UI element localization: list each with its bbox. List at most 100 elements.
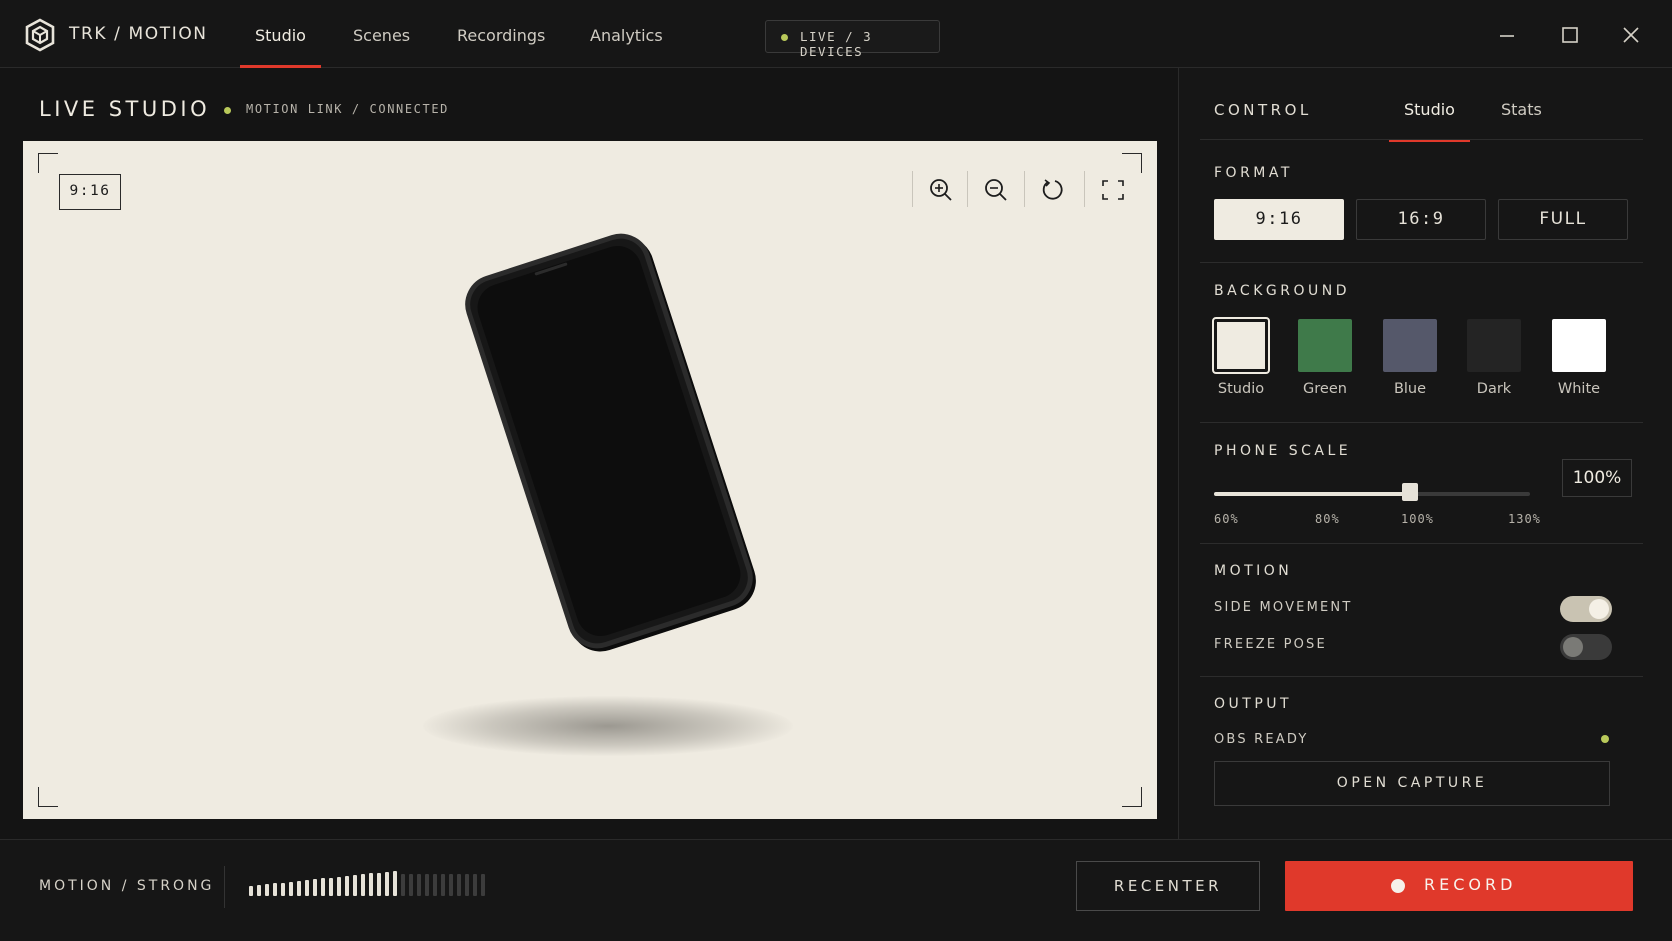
scale-tick: 100% — [1401, 512, 1434, 526]
swatch-label: White — [1557, 381, 1601, 397]
record-button[interactable]: RECORD — [1285, 861, 1633, 911]
meter-bar — [393, 870, 397, 896]
meter-bar — [321, 878, 325, 896]
meter-bar — [265, 884, 269, 896]
phone-scale-value[interactable]: 100% — [1562, 459, 1632, 497]
meter-bar — [401, 874, 405, 896]
motion-level-label: MOTION / STRONG — [39, 878, 215, 894]
swatch-label: Blue — [1393, 381, 1427, 397]
obs-ready-dot-icon — [1601, 735, 1609, 743]
meter-bar — [441, 874, 445, 896]
panel-tab-label: Studio — [1404, 100, 1455, 119]
swatch-label: Studio — [1217, 381, 1265, 397]
slider-fill — [1214, 492, 1410, 496]
app-brand: TRK / MOTION — [69, 24, 208, 44]
bottom-bar: MOTION / STRONG RECENTER RECORD — [0, 839, 1672, 941]
control-panel: CONTROL Studio Stats FORMAT 9:16 16:9 FU… — [1178, 68, 1672, 839]
meter-bar — [337, 876, 341, 896]
studio-viewport[interactable]: 9:16 — [23, 141, 1157, 819]
meter-bar — [417, 874, 421, 896]
maximize-icon[interactable] — [1557, 22, 1583, 48]
phone-shadow — [423, 696, 793, 756]
rotate-icon — [1042, 179, 1063, 200]
swatch-blue[interactable] — [1383, 319, 1437, 372]
fullscreen-icon — [1102, 180, 1124, 200]
phone-model[interactable] — [457, 225, 761, 657]
meter-bar — [465, 874, 469, 896]
nav-tab-analytics[interactable]: Analytics — [590, 26, 663, 68]
swatch-white[interactable] — [1552, 319, 1606, 372]
link-status: MOTION LINK / CONNECTED — [246, 102, 449, 116]
aspect-ratio-badge: 9:16 — [59, 174, 121, 210]
active-tab-indicator — [240, 65, 321, 68]
format-full-button[interactable]: FULL — [1498, 199, 1628, 240]
live-dot-icon — [781, 34, 788, 41]
obs-status: OBS READY — [1214, 732, 1309, 747]
open-capture-button[interactable]: OPEN CAPTURE — [1214, 761, 1610, 806]
meter-bar — [377, 872, 381, 896]
meter-bar — [425, 874, 429, 896]
meter-bar — [473, 874, 477, 896]
freeze-pose-toggle[interactable] — [1560, 634, 1612, 660]
swatch-dark[interactable] — [1467, 319, 1521, 372]
scale-tick: 80% — [1315, 512, 1340, 526]
format-9-16-button[interactable]: 9:16 — [1214, 199, 1344, 240]
swatch-label: Dark — [1476, 381, 1512, 397]
rotate-button[interactable] — [1024, 171, 1080, 207]
meter-bar — [289, 881, 293, 896]
page-title: LIVE STUDIO — [39, 97, 211, 121]
swatch-studio[interactable] — [1212, 317, 1270, 374]
background-label: BACKGROUND — [1214, 283, 1350, 299]
frame-corner-icon — [1122, 153, 1142, 173]
close-icon[interactable] — [1618, 22, 1644, 48]
recenter-button[interactable]: RECENTER — [1076, 861, 1260, 911]
frame-corner-icon — [1122, 787, 1142, 807]
meter-bar — [297, 880, 301, 896]
nav-tab-recordings[interactable]: Recordings — [457, 26, 545, 68]
nav-tab-studio[interactable]: Studio — [240, 26, 321, 68]
panel-tab-studio[interactable]: Studio — [1389, 100, 1470, 142]
meter-bar — [329, 877, 333, 896]
nav-tab-label: Scenes — [353, 26, 411, 45]
meter-bar — [409, 874, 413, 896]
panel-title: CONTROL — [1214, 101, 1312, 119]
side-movement-label: SIDE MOVEMENT — [1214, 600, 1353, 615]
nav-tab-scenes[interactable]: Scenes — [353, 26, 410, 68]
meter-bar — [457, 874, 461, 896]
format-16-9-button[interactable]: 16:9 — [1356, 199, 1486, 240]
output-label: OUTPUT — [1214, 696, 1293, 712]
divider — [1200, 262, 1643, 263]
meter-bar — [313, 879, 317, 896]
swatch-label: Green — [1303, 381, 1347, 397]
phone-screen — [471, 239, 747, 643]
meter-bar — [281, 882, 285, 896]
live-status-text: LIVE / 3 DEVICES — [800, 29, 873, 59]
slider-thumb[interactable] — [1401, 483, 1418, 501]
panel-tab-stats[interactable]: Stats — [1501, 100, 1542, 142]
divider — [1200, 676, 1643, 677]
minimize-icon[interactable] — [1494, 22, 1520, 48]
side-movement-toggle[interactable] — [1560, 596, 1612, 622]
frame-corner-icon — [38, 787, 58, 807]
meter-bar — [249, 886, 253, 896]
meter-bar — [353, 875, 357, 896]
freeze-pose-label: FREEZE POSE — [1214, 637, 1327, 652]
divider — [1200, 422, 1643, 423]
divider — [1200, 139, 1643, 140]
zoom-in-button[interactable] — [912, 171, 968, 207]
motion-meter — [249, 870, 489, 896]
link-status-dot-icon — [224, 107, 231, 114]
phone-scale-slider[interactable] — [1214, 483, 1530, 501]
meter-bar — [361, 874, 365, 896]
live-devices-badge[interactable]: LIVE / 3 DEVICES — [765, 20, 940, 59]
motion-label: MOTION — [1214, 563, 1293, 579]
nav-tab-label: Analytics — [590, 26, 663, 45]
meter-bar — [273, 883, 277, 896]
meter-bar — [369, 873, 373, 896]
fullscreen-button[interactable] — [1084, 171, 1140, 207]
zoom-out-button[interactable] — [967, 171, 1023, 207]
swatch-green[interactable] — [1298, 319, 1352, 372]
divider — [224, 866, 225, 908]
toggle-knob — [1563, 637, 1583, 657]
scale-tick: 130% — [1508, 512, 1541, 526]
